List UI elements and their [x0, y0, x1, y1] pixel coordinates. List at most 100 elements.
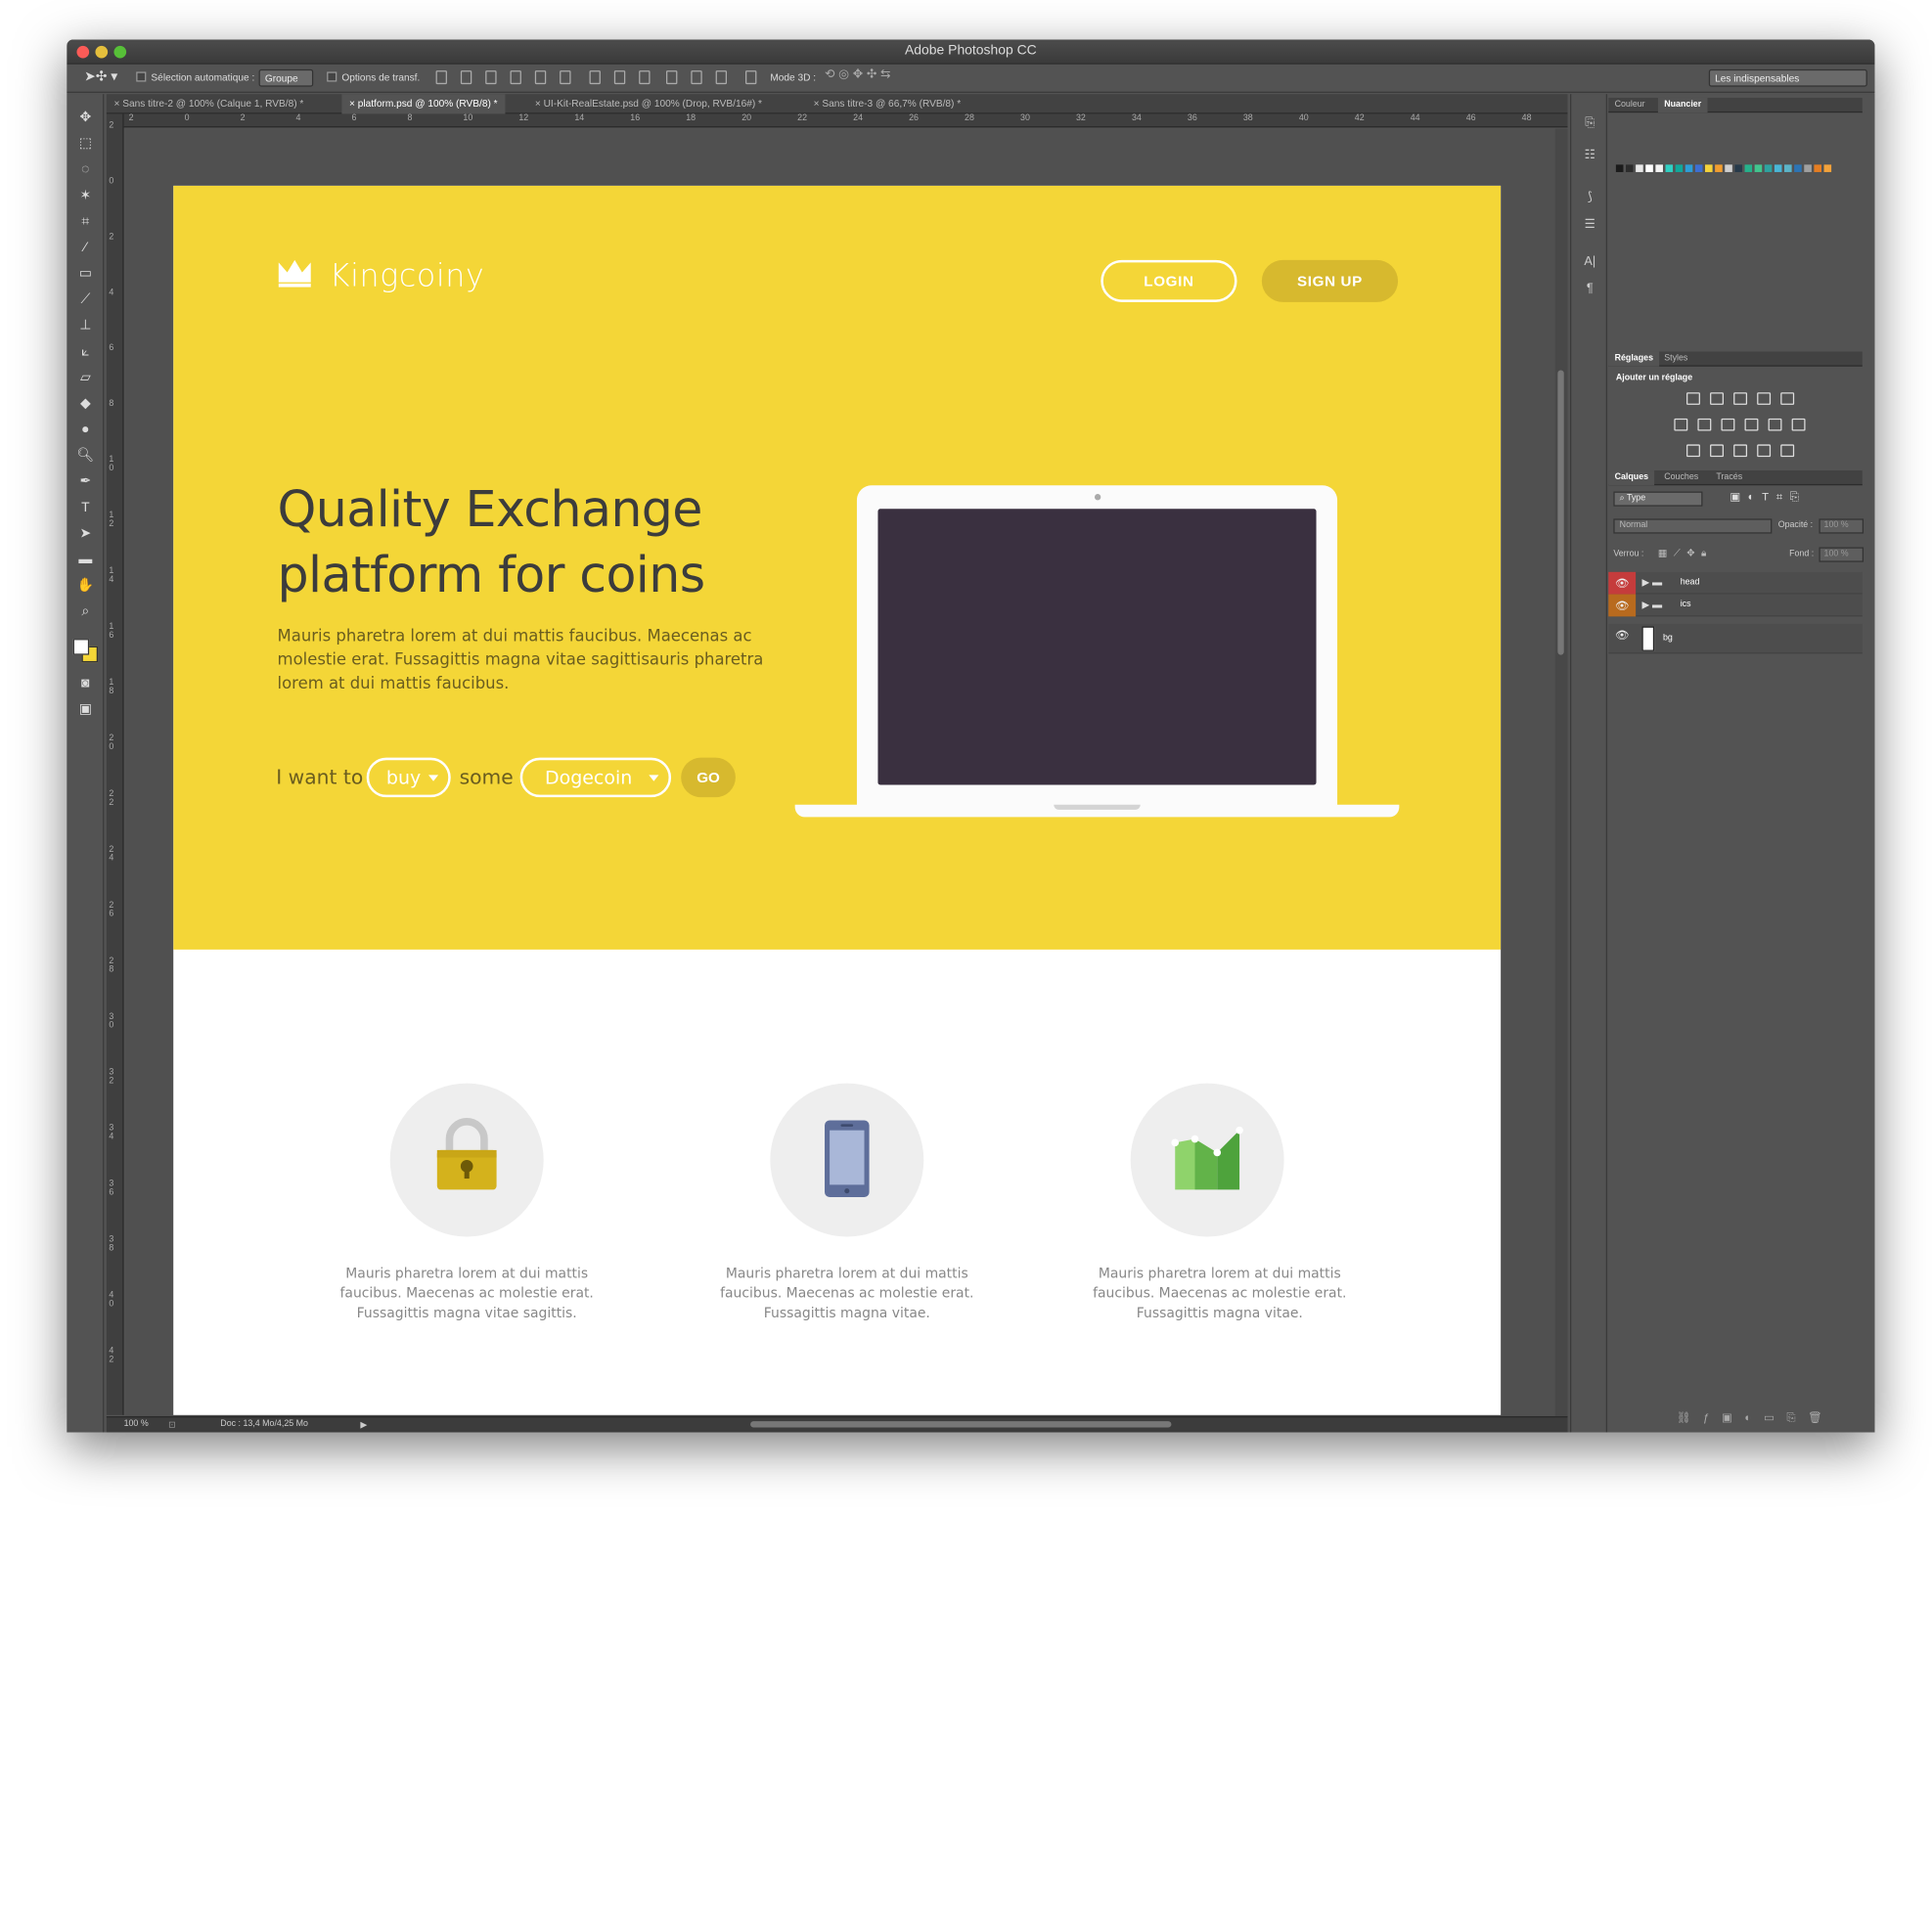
document-tab[interactable]: × Sans titre-2 @ 100% (Calque 1, RVB/8) … [107, 94, 311, 113]
lasso-tool-icon[interactable]: ◌ [73, 158, 98, 181]
adjustment-icon[interactable] [1757, 392, 1772, 405]
color-swatch[interactable] [1705, 164, 1713, 172]
go-button[interactable]: GO [681, 757, 736, 798]
folder-icon[interactable]: ▶ ▬ [1641, 577, 1662, 588]
layer-row[interactable]: 👁︎ ▶ ▬ head [1608, 571, 1863, 595]
color-swatch[interactable] [1734, 164, 1742, 172]
blend-mode-dropdown[interactable]: Normal [1613, 518, 1773, 534]
zoom-level[interactable]: 100 % [124, 1420, 149, 1429]
character-icon[interactable]: A| [1581, 255, 1598, 273]
fill-field[interactable]: 100 % [1819, 547, 1865, 562]
document-tab-active[interactable]: × platform.psd @ 100% (RVB/8) * [341, 94, 506, 114]
layers-footer-icons[interactable]: ⛓ƒ▣◐▭⎘🗑︎ [1677, 1411, 1834, 1425]
layer-filter-icons[interactable]: ▣◐T⌗⎘ [1730, 490, 1806, 504]
adjustment-icon[interactable] [1733, 392, 1748, 405]
color-swatch[interactable] [1754, 164, 1763, 172]
color-swatch[interactable] [1715, 164, 1723, 172]
document-tab[interactable]: × UI-Kit-RealEstate.psd @ 100% (Drop, RV… [527, 94, 769, 113]
path-select-icon[interactable]: ➤ [73, 522, 98, 545]
distribute-right-icon[interactable] [715, 70, 728, 85]
color-swatch[interactable] [1694, 164, 1703, 172]
marquee-tool-icon[interactable]: ⬚ [73, 132, 98, 155]
tab-styles[interactable]: Styles [1658, 351, 1694, 366]
distribute-vcenter-icon[interactable] [613, 70, 626, 85]
adjustment-icon[interactable] [1721, 418, 1735, 431]
history-brush-icon[interactable]: ⟀ [73, 340, 98, 363]
adjustment-icon[interactable] [1768, 418, 1782, 431]
align-vcenter-icon[interactable] [460, 70, 472, 85]
folder-icon[interactable]: ▶ ▬ [1641, 600, 1662, 610]
horizontal-scrollbar-thumb[interactable] [750, 1421, 1172, 1428]
workspace-dropdown[interactable]: Les indispensables [1708, 68, 1867, 87]
color-swatch[interactable] [1725, 164, 1732, 172]
align-bottom-icon[interactable] [485, 70, 497, 85]
auto-select-dropdown[interactable]: Groupe [258, 68, 314, 87]
tab-color[interactable]: Couleur [1608, 98, 1651, 112]
auto-select-checkbox[interactable]: Sélection automatique : [136, 71, 254, 83]
document-tab[interactable]: × Sans titre-3 @ 66,7% (RVB/8) * [806, 94, 968, 113]
adjustment-icon[interactable] [1744, 418, 1759, 431]
opacity-field[interactable]: 100 % [1819, 518, 1865, 534]
color-swatch[interactable] [1636, 164, 1643, 172]
3d-tools-icon[interactable]: ⟲ ◎ ✥ ✣ ⇆ [825, 68, 891, 82]
crop-tool-icon[interactable]: ⌗ [73, 210, 98, 233]
brush-tool-icon[interactable]: ⟋ [73, 289, 98, 311]
layer-row[interactable]: 👁︎ ▶ ▬ ics [1608, 594, 1863, 617]
align-top-icon[interactable] [435, 70, 447, 85]
presets-icon[interactable]: ☰ [1581, 218, 1598, 236]
adjustment-icon[interactable] [1757, 444, 1772, 458]
adjustment-icon[interactable] [1697, 418, 1712, 431]
adjustment-icon[interactable] [1780, 392, 1795, 405]
tab-channels[interactable]: Couches [1658, 470, 1705, 485]
type-tool-icon[interactable]: T [73, 497, 98, 519]
adjustment-icon[interactable] [1710, 444, 1724, 458]
distribute-left-icon[interactable] [666, 70, 678, 85]
adjustment-icon[interactable] [1674, 418, 1688, 431]
shape-tool-icon[interactable]: ▬ [73, 549, 98, 571]
history-icon[interactable]: ⎘ [1581, 116, 1598, 134]
login-button[interactable]: LOGIN [1101, 259, 1237, 302]
dodge-tool-icon[interactable]: 🔍︎ [73, 444, 98, 467]
color-swatch[interactable] [1645, 164, 1653, 172]
color-swatch[interactable] [1794, 164, 1802, 172]
paint-bucket-icon[interactable]: ◆ [73, 392, 98, 415]
paragraph-icon[interactable]: ¶ [1581, 283, 1598, 300]
distribute-top-icon[interactable] [589, 70, 601, 85]
action-select[interactable]: buy [366, 757, 451, 798]
distribute-bottom-icon[interactable] [639, 70, 651, 85]
layer-filter-dropdown[interactable]: ⌕ Type [1613, 491, 1703, 507]
screen-mode-icon[interactable]: ▣ [73, 698, 98, 721]
visibility-eye-icon[interactable]: 👁︎ [1608, 624, 1636, 646]
adjustment-icon[interactable] [1780, 444, 1795, 458]
color-swatch[interactable] [1675, 164, 1684, 172]
foreground-color-swatch[interactable] [72, 639, 90, 655]
color-swatch[interactable] [1784, 164, 1792, 172]
color-swatch[interactable] [1804, 164, 1812, 172]
zoom-tool-icon[interactable]: ⌕ [73, 601, 98, 623]
coin-select[interactable]: Dogecoin [519, 757, 672, 798]
magic-wand-icon[interactable]: ✶ [73, 185, 98, 207]
properties-icon[interactable]: ☷ [1581, 149, 1598, 166]
signup-button[interactable]: SIGN UP [1261, 259, 1399, 302]
blur-tool-icon[interactable]: ● [73, 419, 98, 441]
auto-align-icon[interactable] [745, 70, 757, 85]
quick-mask-icon[interactable]: ◙ [73, 672, 98, 694]
eraser-tool-icon[interactable]: ▱ [73, 367, 98, 389]
color-swatch[interactable] [1774, 164, 1782, 172]
pen-tool-icon[interactable]: ✒ [73, 470, 98, 493]
color-swatch[interactable] [1685, 164, 1693, 172]
brand-logo[interactable]: Kingcoiny [330, 257, 485, 293]
visibility-eye-icon[interactable]: 👁︎ [1608, 594, 1637, 617]
brush-panel-icon[interactable]: ⟆ [1581, 191, 1598, 208]
tab-paths[interactable]: Tracés [1710, 470, 1748, 485]
transform-options-checkbox[interactable]: Options de transf. [327, 71, 420, 83]
status-menu-icon[interactable]: ▶ [360, 1420, 367, 1430]
lock-icons[interactable]: ▦⟋✥🔒︎ [1658, 547, 1713, 559]
move-tool-icon[interactable]: ➤✣ ▾ [84, 68, 117, 84]
adjustment-icon[interactable] [1710, 392, 1724, 405]
color-swatch[interactable] [1744, 164, 1753, 172]
adjustment-icon[interactable] [1791, 418, 1806, 431]
hand-tool-icon[interactable]: ✋ [73, 574, 98, 597]
tab-layers[interactable]: Calques [1608, 470, 1655, 486]
color-swatch[interactable] [1814, 164, 1821, 172]
